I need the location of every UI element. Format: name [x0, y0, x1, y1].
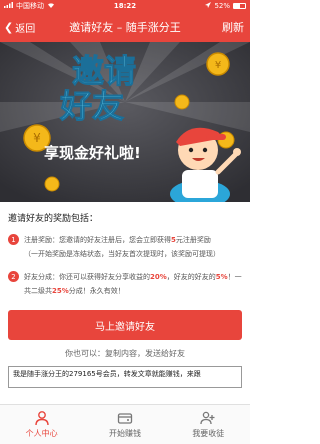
back-label: 返回	[15, 23, 36, 35]
coin-icon: ¥	[206, 52, 230, 76]
banner-illustration: ¥ ¥ 邀请 好友 享现金好礼啦!	[0, 42, 250, 202]
reward-highlight: 20%	[150, 273, 167, 281]
reward-number-badge: 2	[8, 271, 19, 282]
recruit-icon	[200, 411, 215, 425]
banner-headline-line1: 邀请	[72, 52, 136, 90]
invite-banner: ¥ ¥ 邀请 好友 享现金好礼啦!	[0, 42, 250, 202]
coin-icon	[174, 94, 190, 110]
reward-description: 注册奖励：您邀请的好友注册后，您会立即获得5元注册奖励 （一开始奖励是冻结状态，…	[24, 233, 220, 261]
battery-percent: 52%	[214, 2, 231, 10]
svg-text:¥: ¥	[215, 60, 221, 71]
rewards-section: 邀请好友的奖励包括： 1 注册奖励：您邀请的好友注册后，您会立即获得5元注册奖励…	[0, 202, 250, 298]
reward-highlight: 25%	[52, 287, 69, 295]
carrier-name: 中国移动	[16, 2, 44, 10]
banner-slogan: 享现金好礼啦!	[44, 144, 141, 162]
coin-icon	[44, 176, 60, 192]
wifi-icon	[47, 2, 55, 10]
nav-bar: ❮ 返回 邀请好友 – 随手涨分王 刷新	[0, 12, 250, 42]
tab-label: 我要收徒	[192, 429, 225, 438]
signal-icon	[4, 2, 13, 10]
reward-text-part: ，好友的好友的	[166, 273, 216, 281]
reward-text-part: （一开始奖励是冻结状态，当好友首次提现时，该奖励可提现）	[24, 250, 220, 258]
reward-text-part: 元注册奖励	[175, 236, 211, 244]
rewards-heading: 邀请好友的奖励包括：	[8, 214, 99, 224]
status-bar: 中国移动 18:22 52%	[0, 0, 250, 12]
reward-text-part: 分成！永久有效！	[68, 287, 125, 295]
svg-text:¥: ¥	[33, 131, 41, 145]
bottom-tab-bar: 个人中心 开始赚钱 我要收徒	[0, 404, 250, 444]
reward-text-part: 注册奖励：您邀请的好友注册后，您会立即获得	[24, 236, 171, 244]
tab-personal-center[interactable]: 个人中心	[0, 405, 83, 444]
page-title: 邀请好友 – 随手涨分王	[69, 21, 181, 34]
earn-icon	[117, 413, 133, 424]
reward-item: 1 注册奖励：您邀请的好友注册后，您会立即获得5元注册奖励 （一开始奖励是冻结状…	[8, 233, 242, 261]
reward-highlight: 5%	[215, 273, 228, 281]
person-icon	[34, 411, 49, 426]
reward-description: 好友分成：你还可以获得好友分享收益的20%，好友的好友的5%！一共二级共25%分…	[24, 270, 242, 298]
battery-icon	[233, 3, 247, 9]
invite-friends-button[interactable]: 马上邀请好友	[8, 310, 242, 340]
reward-number-badge: 1	[8, 234, 19, 245]
refresh-button[interactable]: 刷新	[222, 12, 244, 42]
reward-item: 2 好友分成：你还可以获得好友分享收益的20%，好友的好友的5%！一共二级共25…	[8, 270, 242, 298]
battery-fill	[234, 4, 240, 8]
copy-hint: 你也可以：复制内容，发送给好友	[65, 349, 185, 358]
tab-recruit-apprentice[interactable]: 我要收徒	[167, 405, 250, 444]
share-text-box[interactable]: 我是随手涨分王的279165号会员，转发文章就能赚钱，来跟	[8, 366, 242, 388]
chevron-left-icon: ❮	[4, 20, 14, 34]
back-button[interactable]: ❮ 返回	[4, 12, 35, 42]
tab-start-earning[interactable]: 开始赚钱	[83, 405, 166, 444]
tab-label: 开始赚钱	[108, 429, 141, 438]
clock: 18:22	[113, 2, 137, 10]
banner-headline-line2: 好友	[59, 87, 124, 125]
tab-label: 个人中心	[25, 429, 58, 438]
reward-text-part: 好友分成：你还可以获得好友分享收益的	[24, 273, 150, 281]
location-icon	[205, 2, 212, 10]
